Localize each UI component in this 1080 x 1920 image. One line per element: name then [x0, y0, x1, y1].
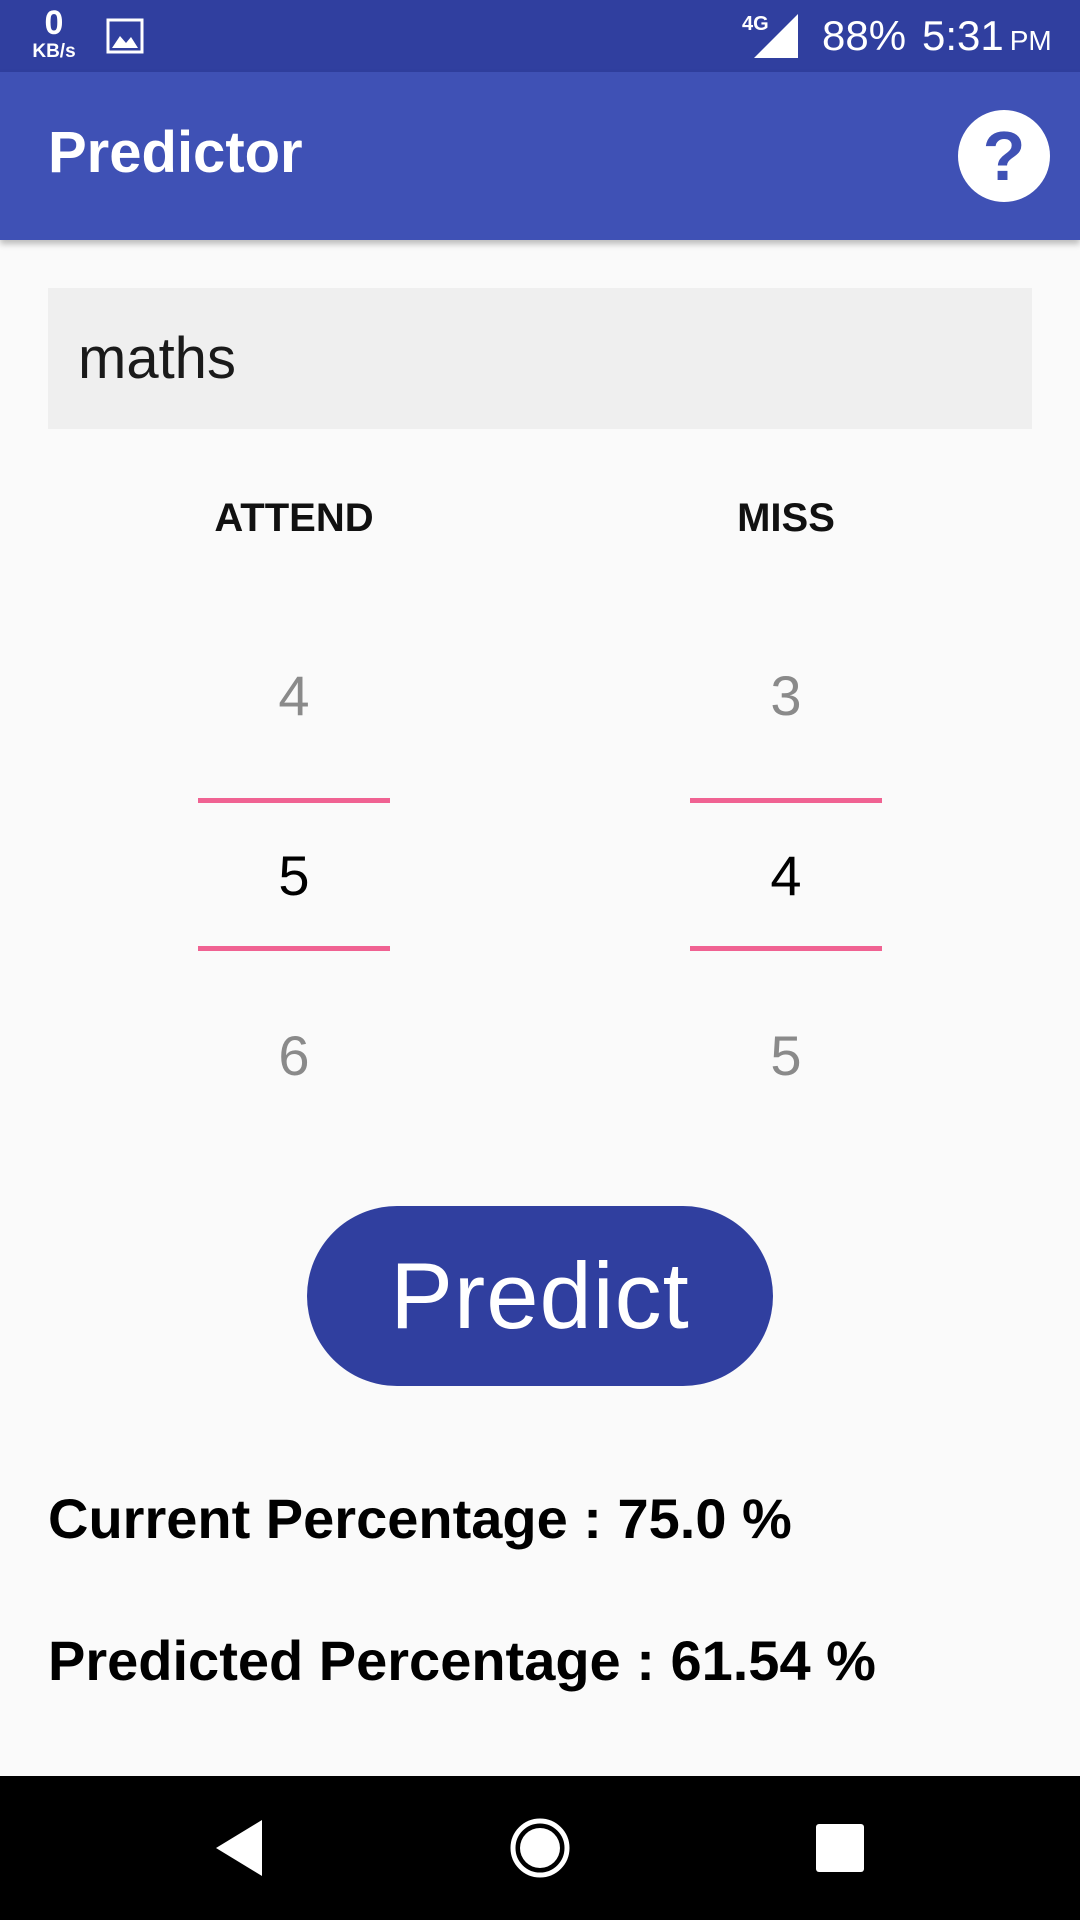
- screen: 0 KB/s 4G 88% 5:31PM Predictor ? ATTEND …: [0, 0, 1080, 1920]
- app-bar: Predictor ?: [0, 72, 1080, 240]
- attend-picker-top-divider: [198, 798, 390, 803]
- miss-label: MISS: [737, 496, 835, 540]
- current-percentage-text: Current Percentage : 75.0 %: [48, 1487, 792, 1550]
- battery-percentage: 88%: [822, 12, 907, 59]
- predicted-percentage-text: Predicted Percentage : 61.54 %: [48, 1629, 876, 1692]
- network-speed-value: 0: [44, 4, 64, 42]
- signal-icon: [754, 14, 798, 58]
- back-icon[interactable]: [190, 1798, 290, 1898]
- network-speed-unit: KB/s: [32, 41, 76, 62]
- attend-number-picker[interactable]: 4 5 6: [198, 640, 390, 1120]
- help-button[interactable]: ?: [958, 110, 1050, 202]
- home-icon[interactable]: [490, 1798, 590, 1898]
- clock-ampm: PM: [1009, 25, 1052, 56]
- clock: 5:31 PM: [922, 12, 1052, 60]
- predict-button[interactable]: Predict: [307, 1206, 773, 1386]
- recents-icon[interactable]: [790, 1798, 890, 1898]
- miss-picker-prev-value[interactable]: 3: [690, 668, 882, 724]
- miss-picker-current-value[interactable]: 4: [690, 848, 882, 904]
- miss-picker-next-value[interactable]: 5: [690, 1028, 882, 1084]
- gallery-icon: [106, 18, 144, 54]
- miss-number-picker[interactable]: 3 4 5: [690, 640, 882, 1120]
- network-speed-indicator: 0 KB/s: [24, 6, 84, 61]
- attend-picker-current-value[interactable]: 5: [198, 848, 390, 904]
- help-icon: ?: [982, 117, 1026, 195]
- subject-input[interactable]: [48, 288, 1032, 429]
- navigation-bar: [0, 1776, 1080, 1920]
- attend-picker-next-value[interactable]: 6: [198, 1028, 390, 1084]
- attend-picker-bottom-divider: [198, 946, 390, 951]
- miss-picker-top-divider: [690, 798, 882, 803]
- clock-time: 5:31: [922, 12, 1004, 59]
- status-bar: 0 KB/s 4G 88% 5:31 PM: [0, 0, 1080, 72]
- miss-picker-bottom-divider: [690, 946, 882, 951]
- attend-picker-prev-value[interactable]: 4: [198, 668, 390, 724]
- app-title: Predictor: [48, 120, 303, 185]
- attend-label: ATTEND: [214, 496, 374, 540]
